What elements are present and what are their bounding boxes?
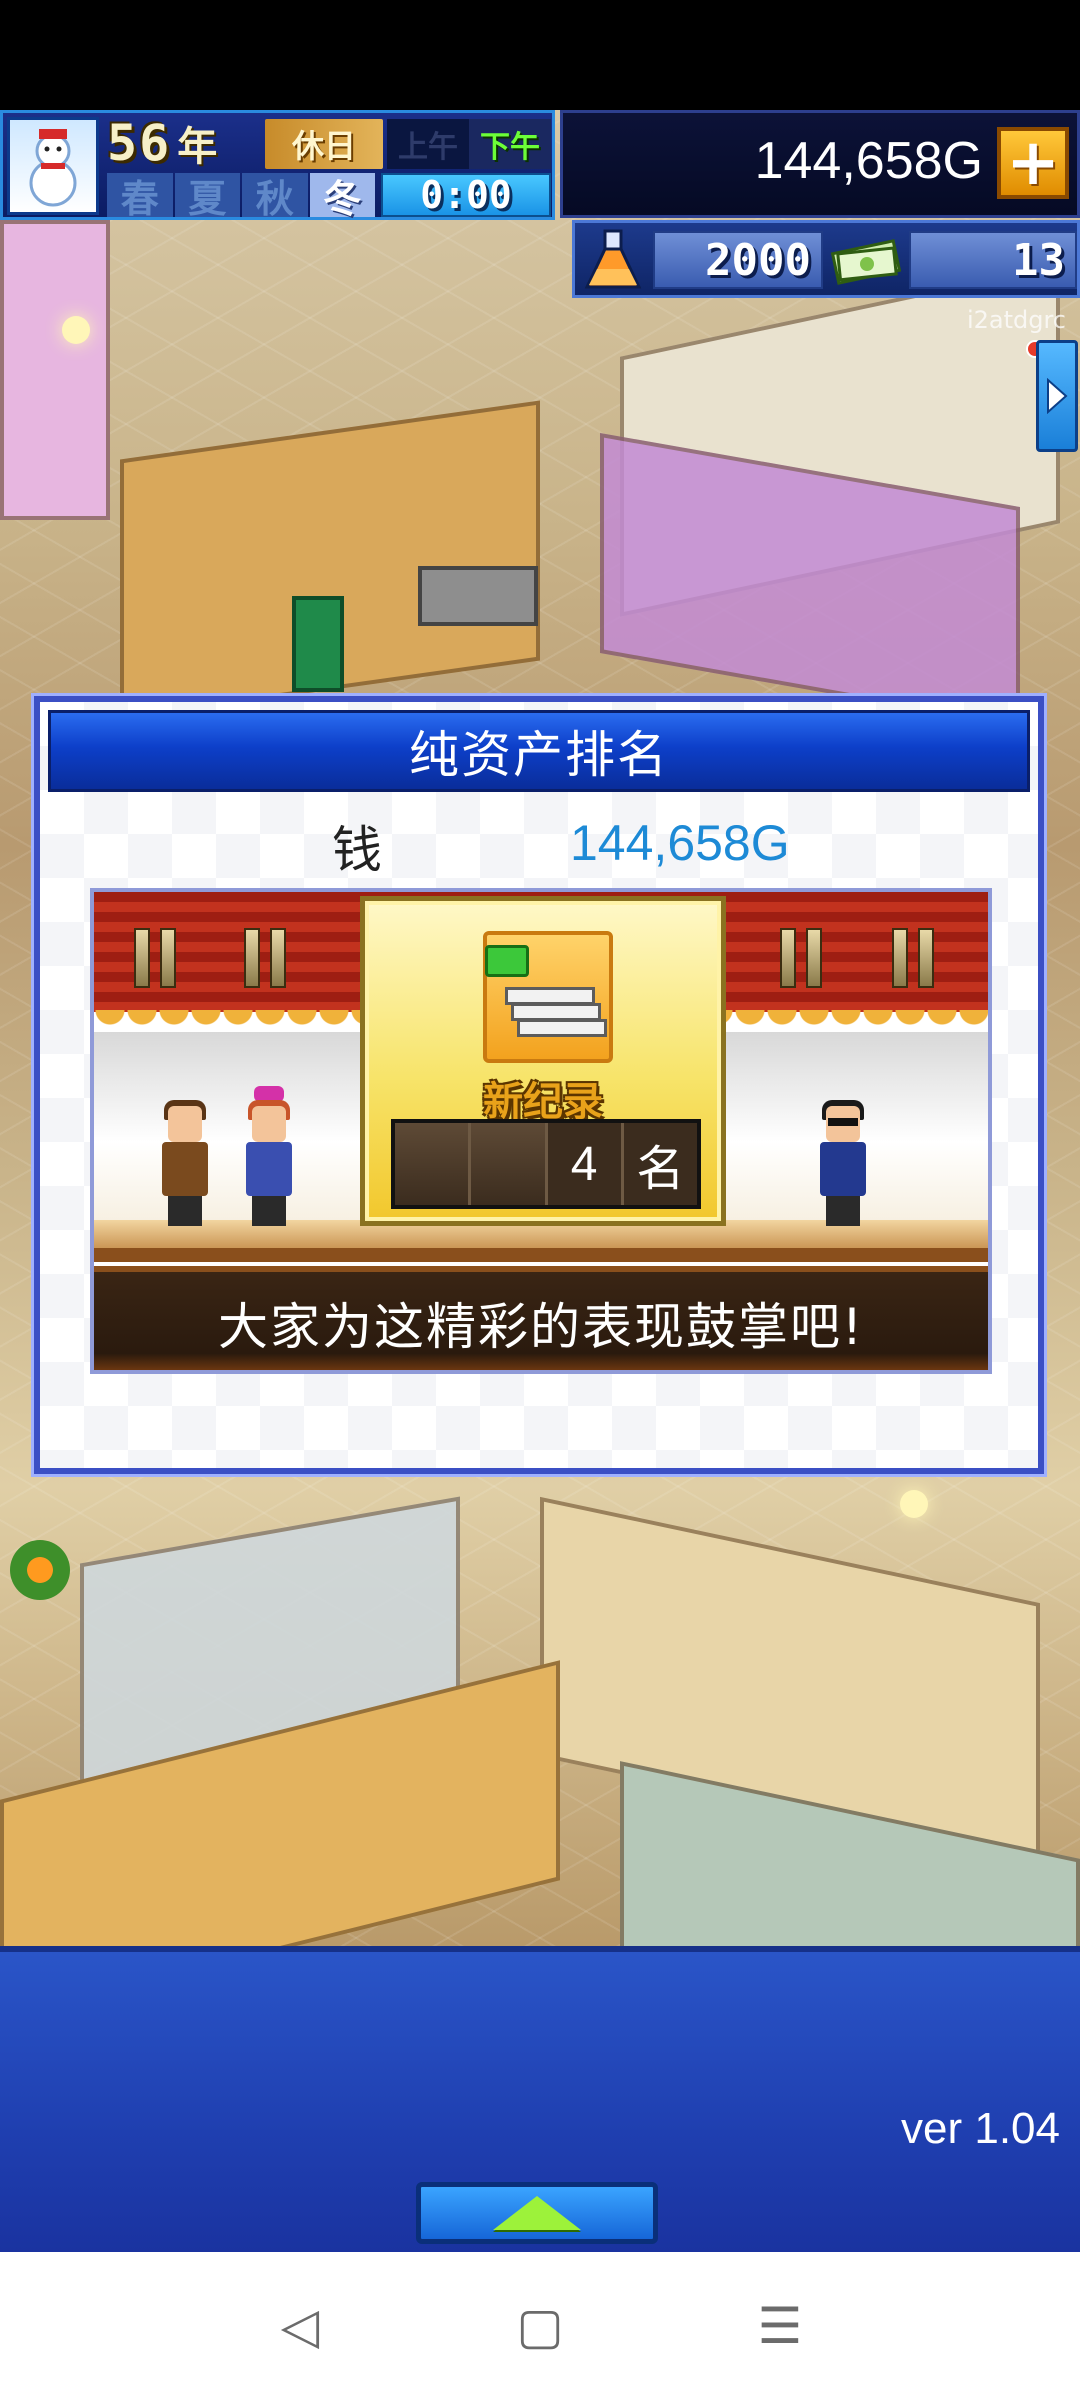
award-stage: 新纪录 4 名 大家为这精彩的表现鼓掌吧!	[90, 888, 992, 1374]
expand-menu-button[interactable]	[416, 2182, 658, 2244]
rank-display: 4 名	[391, 1119, 701, 1209]
system-status-bar	[0, 0, 1080, 110]
money-stack-icon	[483, 931, 613, 1063]
day-type-badge: 休日	[265, 119, 383, 169]
home-icon[interactable]: ▢	[510, 2296, 570, 2356]
room	[0, 220, 110, 520]
rank-number: 4	[547, 1123, 624, 1205]
dialog-title: 纯资产排名	[48, 710, 1030, 792]
stage-floor-edge	[94, 1248, 988, 1262]
door-prop	[292, 596, 344, 692]
sink-prop	[418, 566, 538, 626]
add-money-button[interactable]: +	[997, 127, 1069, 199]
season-autumn: 秋	[242, 173, 308, 221]
chevron-right-icon	[1047, 378, 1068, 414]
asset-ranking-dialog[interactable]: 纯资产排名 钱 144,658G 新纪录 4 名 大家为这精彩的表现鼓掌吧!	[34, 696, 1044, 1474]
character-audience	[240, 1086, 296, 1226]
bottom-menu-panel: ver 1.04	[0, 1946, 1080, 2252]
rank-unit: 名	[623, 1123, 697, 1205]
plant-prop	[10, 1540, 70, 1600]
season-spring: 春	[107, 173, 173, 221]
year-unit: 年	[177, 124, 218, 170]
flask-icon	[584, 229, 642, 289]
date-time-panel: 56 年 休日 上午 下午 春 夏 秋 冬 0:00	[0, 110, 555, 221]
side-panel-toggle-button[interactable]	[1036, 340, 1078, 452]
lamp-prop	[900, 1490, 928, 1518]
arrow-up-icon	[493, 2196, 581, 2230]
back-icon[interactable]: ◁	[270, 2296, 330, 2356]
award-panel: 新纪录 4 名	[360, 896, 726, 1226]
character-presenter	[814, 1100, 870, 1226]
game-clock: 0:00	[381, 173, 551, 217]
am-label: 上午	[398, 130, 458, 165]
cash-bundle-icon	[830, 239, 902, 285]
ticket-count: 13	[909, 231, 1077, 289]
snowman-icon[interactable]	[7, 117, 99, 215]
rank-slot	[471, 1123, 548, 1205]
wallet-icon	[485, 945, 529, 977]
applause-message: 大家为这精彩的表现鼓掌吧!	[94, 1266, 988, 1370]
character-audience	[156, 1100, 212, 1226]
research-points: 2000	[653, 231, 823, 289]
money-amount: 144,658G	[754, 132, 983, 190]
season-winter: 冬	[309, 173, 375, 221]
lamp-prop	[62, 316, 90, 344]
resources-panel: 2000 13	[572, 220, 1080, 298]
menu-icon[interactable]: ☰	[750, 2296, 810, 2356]
am-pm-indicator: 上午 下午	[387, 119, 551, 169]
user-tag: i2atdgrc	[966, 306, 1066, 334]
year-display: 56 年	[107, 114, 257, 172]
system-navigation-bar: ◁ ▢ ☰	[0, 2252, 1080, 2400]
season-indicator: 春 夏 秋 冬	[107, 173, 377, 221]
year-number: 56	[107, 114, 172, 172]
version-label: ver 1.04	[901, 2104, 1060, 2153]
money-label: 钱	[332, 821, 382, 879]
rank-slot	[395, 1123, 472, 1205]
pm-label: 下午	[469, 119, 551, 169]
money-panel: 144,658G +	[560, 110, 1080, 218]
season-summer: 夏	[174, 173, 240, 221]
money-value: 144,658G	[570, 815, 790, 871]
money-row: 钱 144,658G	[40, 810, 1038, 890]
